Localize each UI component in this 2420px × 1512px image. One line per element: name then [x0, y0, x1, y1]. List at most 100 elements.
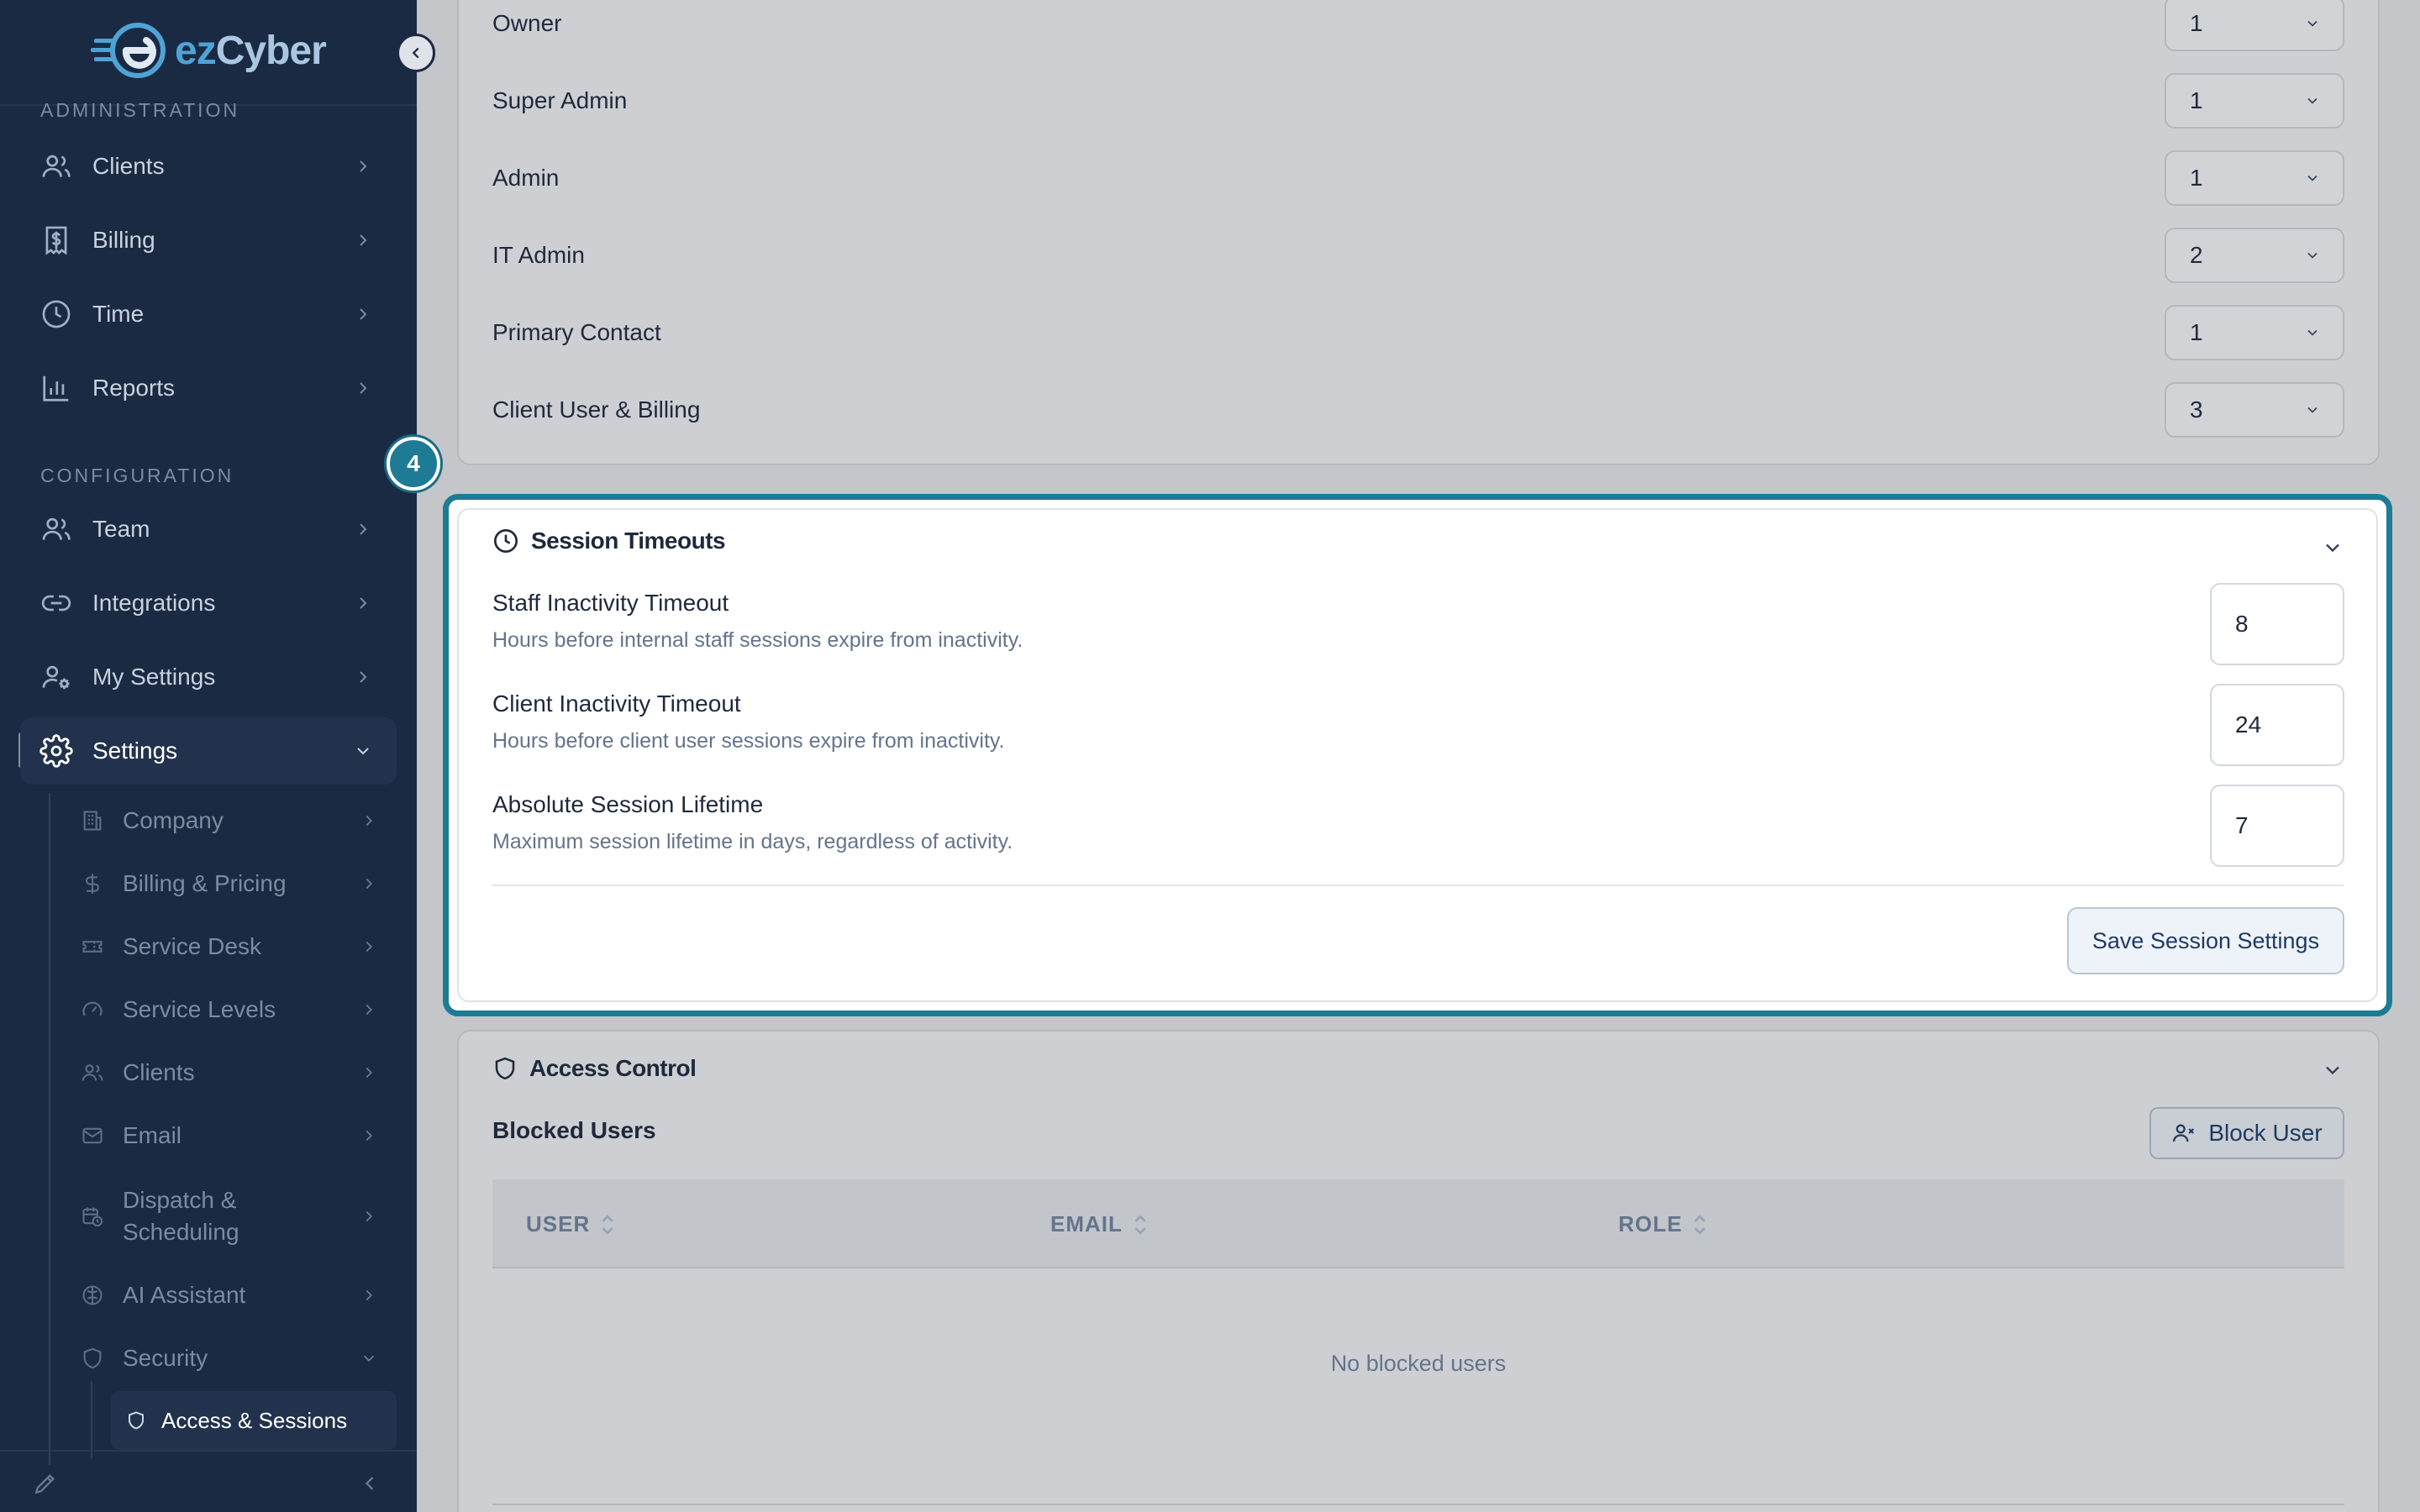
field-description: Maximum session lifetime in days, regard…: [492, 830, 1013, 853]
column-header-role[interactable]: ROLE: [1618, 1211, 1707, 1237]
staff-inactivity-timeout-input[interactable]: [2210, 583, 2344, 665]
sidebar-subitem-security[interactable]: Security: [67, 1327, 397, 1389]
user-gear-icon: [39, 659, 74, 695]
section-label-configuration: CONFIGURATION: [40, 465, 234, 486]
sidebar-item-clients[interactable]: Clients: [20, 133, 397, 200]
role-select-it-admin[interactable]: 2: [2165, 228, 2344, 283]
gear-icon: [39, 733, 74, 769]
chevron-right-icon: [366, 1289, 373, 1301]
column-header-email[interactable]: EMAIL: [1050, 1211, 1148, 1237]
chevron-down-icon: [357, 748, 369, 755]
users-icon: [79, 1059, 106, 1086]
building-icon: [79, 807, 106, 834]
chevron-down-icon[interactable]: [2321, 1058, 2344, 1082]
role-select-owner[interactable]: 1: [2165, 0, 2344, 51]
sidebar-item-team[interactable]: Team: [20, 496, 397, 563]
sidebar-item-my-settings[interactable]: My Settings: [20, 643, 397, 711]
access-control-card: [457, 1030, 2380, 1512]
chevron-down-icon: [2307, 329, 2317, 336]
sidebar-item-reports[interactable]: Reports: [20, 354, 397, 422]
empty-state-message: No blocked users: [1330, 1351, 1507, 1376]
session-timeouts-header[interactable]: Session Timeouts: [492, 528, 726, 554]
client-timeout-label-group: Client Inactivity Timeout Hours before c…: [492, 690, 1005, 753]
chevron-right-icon: [366, 878, 373, 890]
staff-timeout-label-group: Staff Inactivity Timeout Hours before in…: [492, 590, 1023, 653]
chevron-left-icon[interactable]: [358, 1472, 381, 1495]
pencil-icon[interactable]: [32, 1470, 59, 1497]
divider: [492, 1504, 2344, 1505]
role-select-admin[interactable]: 1: [2165, 150, 2344, 206]
chevron-down-icon: [2307, 175, 2317, 181]
role-row: IT Admin: [492, 242, 585, 268]
chevron-right-icon: [366, 815, 373, 827]
field-label: Absolute Session Lifetime: [492, 791, 764, 817]
shield-icon: [124, 1409, 148, 1432]
chevron-down-icon: [2307, 97, 2317, 104]
session-lifetime-label-group: Absolute Session Lifetime Maximum sessio…: [492, 791, 1013, 854]
chevron-right-icon: [366, 941, 373, 953]
chevron-right-icon: [360, 382, 367, 394]
shield-icon: [79, 1345, 106, 1372]
users-icon: [39, 149, 74, 184]
role-row: Client User & Billing: [492, 396, 701, 423]
sidebar-subitem-service-levels[interactable]: Service Levels: [67, 979, 397, 1041]
save-session-settings-button[interactable]: Save Session Settings: [2067, 907, 2344, 974]
chevron-down-icon: [363, 1355, 375, 1362]
sidebar-item-settings[interactable]: Settings: [20, 717, 397, 785]
submenu-guide-line: [49, 793, 50, 1465]
chevron-down-icon: [2307, 252, 2317, 259]
sidebar: ezCyber ADMINISTRATION Clients Billing T…: [0, 0, 417, 1512]
sidebar-footer: [0, 1450, 417, 1512]
chevron-right-icon: [360, 160, 367, 172]
sidebar-subitem-email[interactable]: Email: [67, 1105, 397, 1167]
step-badge: 4: [387, 437, 440, 491]
gauge-icon: [79, 996, 106, 1023]
chevron-right-icon: [366, 1067, 373, 1079]
session-timeouts-title: Session Timeouts: [531, 528, 726, 554]
clock-icon: [39, 297, 74, 332]
sort-icon: [1134, 1214, 1146, 1235]
bar-chart-icon: [39, 370, 74, 406]
column-header-user[interactable]: USER: [526, 1211, 615, 1237]
chevron-down-icon[interactable]: [2321, 536, 2344, 559]
sidebar-item-billing[interactable]: Billing: [20, 207, 397, 274]
divider: [492, 885, 2344, 886]
sidebar-subitem-access-sessions[interactable]: Access & Sessions: [111, 1391, 397, 1450]
blocked-users-heading: Blocked Users: [492, 1117, 656, 1143]
sidebar-subitem-dispatch-scheduling[interactable]: Dispatch & Scheduling: [67, 1174, 397, 1258]
logo-text: ezCyber: [175, 28, 327, 73]
sidebar-subitem-company[interactable]: Company: [67, 790, 397, 852]
sidebar-subitem-ai-assistant[interactable]: AI Assistant: [67, 1264, 397, 1326]
sidebar-item-time[interactable]: Time: [20, 281, 397, 348]
client-inactivity-timeout-input[interactable]: [2210, 684, 2344, 766]
field-description: Hours before internal staff sessions exp…: [492, 628, 1023, 652]
submenu-guide-line-nested: [91, 1381, 92, 1458]
role-row: Owner: [492, 10, 562, 36]
clock-icon: [494, 529, 518, 553]
absolute-session-lifetime-input[interactable]: [2210, 785, 2344, 867]
sidebar-subitem-service-desk[interactable]: Service Desk: [67, 916, 397, 978]
shield-icon: [495, 1057, 515, 1080]
ticket-icon: [79, 933, 106, 960]
users-icon: [39, 512, 74, 547]
calendar-clock-icon: [79, 1203, 106, 1230]
role-limits-card: [457, 0, 2380, 465]
brain-icon: [79, 1282, 106, 1309]
role-select-client-user-billing[interactable]: 3: [2165, 382, 2344, 438]
sidebar-collapse-button[interactable]: [397, 34, 435, 72]
block-user-button[interactable]: Block User: [2149, 1107, 2344, 1159]
ezcyber-logo[interactable]: ezCyber: [91, 20, 327, 81]
chevron-right-icon: [360, 308, 367, 320]
role-select-super-admin[interactable]: 1: [2165, 73, 2344, 129]
sidebar-item-integrations[interactable]: Integrations: [20, 570, 397, 637]
field-description: Hours before client user sessions expire…: [492, 729, 1005, 753]
field-label: Staff Inactivity Timeout: [492, 590, 729, 616]
logo-mark-icon: [91, 23, 166, 78]
access-control-header[interactable]: Access Control: [492, 1055, 697, 1082]
sidebar-subitem-billing-pricing[interactable]: Billing & Pricing: [67, 853, 397, 915]
link-icon: [39, 585, 74, 621]
sidebar-subitem-clients[interactable]: Clients: [67, 1042, 397, 1104]
field-label: Client Inactivity Timeout: [492, 690, 741, 717]
role-select-primary-contact[interactable]: 1: [2165, 305, 2344, 360]
chevron-right-icon: [360, 671, 367, 683]
